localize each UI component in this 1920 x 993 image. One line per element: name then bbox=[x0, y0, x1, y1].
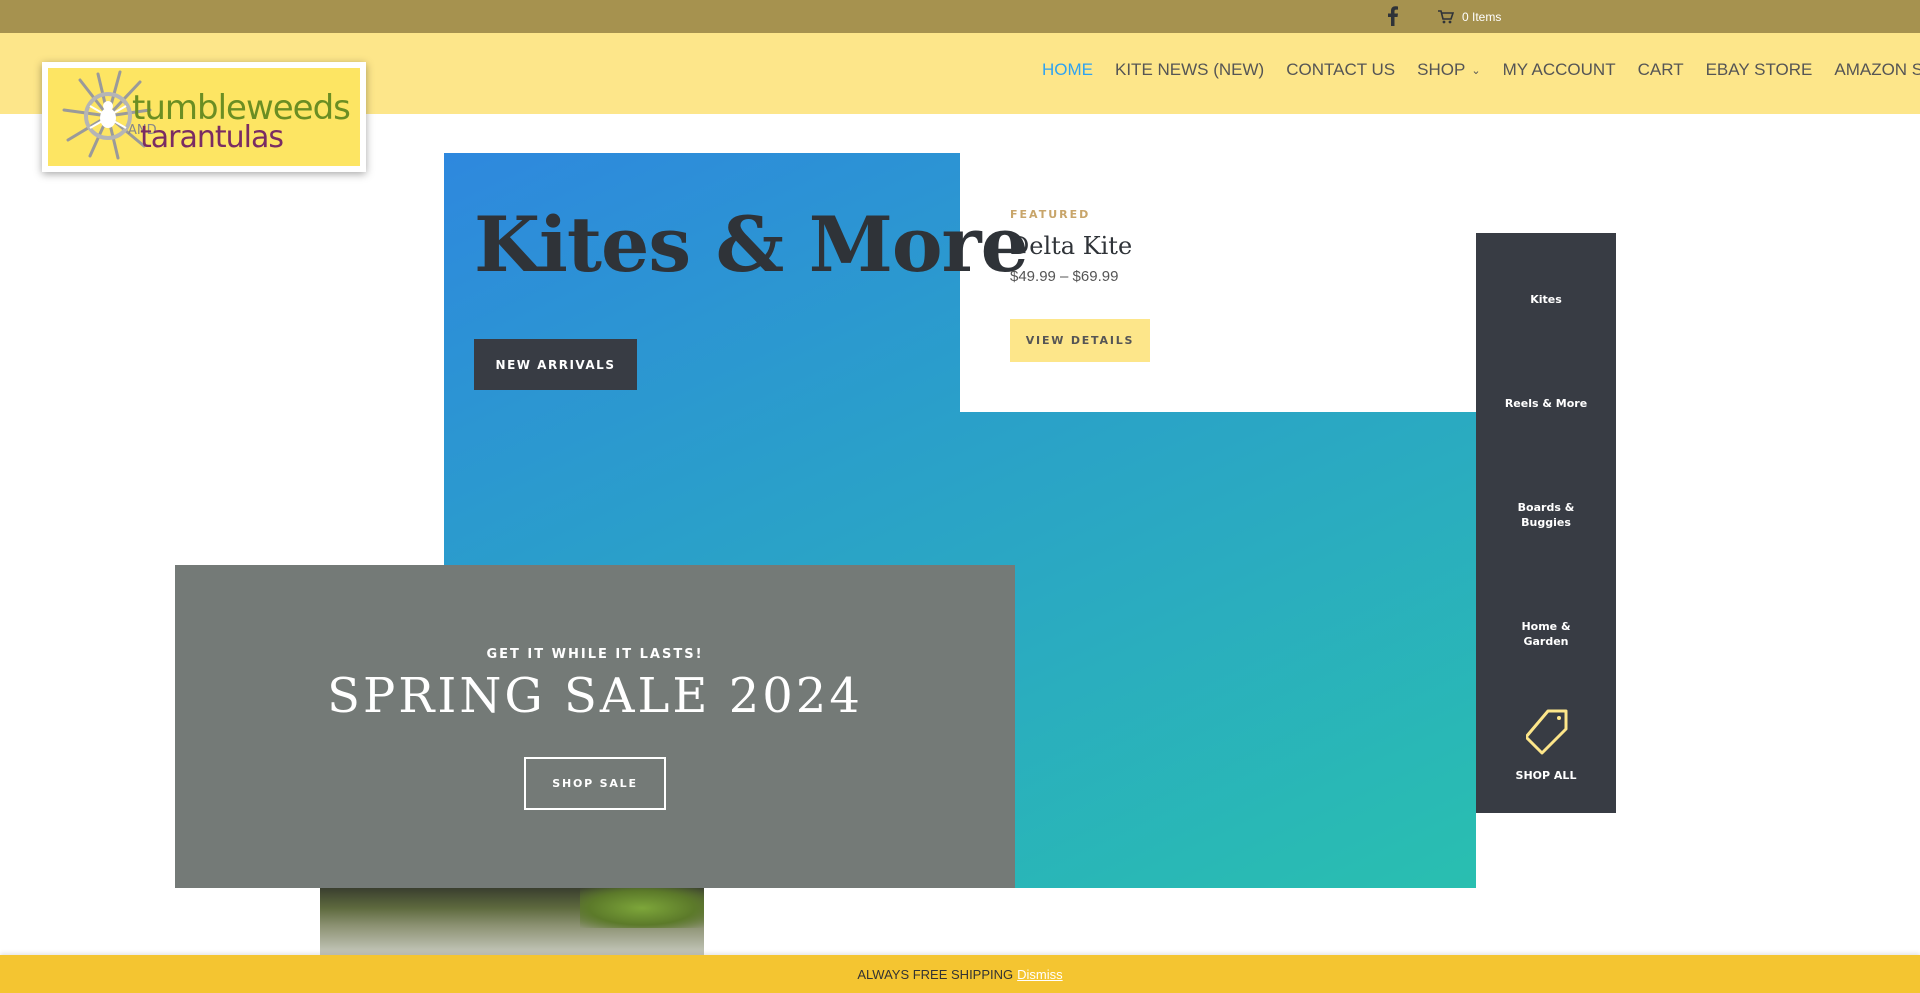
featured-product-price: $49.99 – $69.99 bbox=[1010, 268, 1119, 285]
featured-product-title[interactable]: Delta Kite bbox=[1010, 232, 1132, 260]
nav-home[interactable]: HOME bbox=[1042, 60, 1093, 80]
shop-sale-button[interactable]: SHOP SALE bbox=[524, 757, 666, 810]
chevron-down-icon: ⌄ bbox=[1471, 65, 1481, 78]
nav-kite-news[interactable]: KITE NEWS (NEW) bbox=[1115, 60, 1264, 80]
category-shop-all[interactable]: SHOP ALL bbox=[1476, 768, 1616, 783]
new-arrivals-button[interactable]: NEW ARRIVALS bbox=[474, 339, 637, 390]
top-bar: 0 Items bbox=[0, 0, 1920, 33]
nav-amazon-store[interactable]: AMAZON STORE bbox=[1834, 60, 1920, 80]
sale-banner bbox=[175, 565, 1015, 888]
main-nav: HOME KITE NEWS (NEW) CONTACT US SHOP ⌄ MY… bbox=[1042, 60, 1920, 80]
nav-my-account[interactable]: MY ACCOUNT bbox=[1503, 60, 1616, 80]
sale-title: SPRING SALE 2024 bbox=[327, 668, 863, 724]
category-kites[interactable]: Kites bbox=[1476, 292, 1616, 307]
nav-shop[interactable]: SHOP ⌄ bbox=[1417, 60, 1480, 80]
logo-image: tumbleweeds AND tarantulas bbox=[48, 68, 360, 166]
cart-count: 0 Items bbox=[1462, 10, 1502, 24]
notice-text: ALWAYS FREE SHIPPING bbox=[857, 966, 1014, 982]
product-photo bbox=[320, 888, 704, 955]
facebook-icon[interactable] bbox=[1386, 6, 1400, 26]
hero-title: Kites & More bbox=[474, 200, 1029, 289]
dismiss-link[interactable]: Dismiss bbox=[1017, 967, 1063, 982]
cart-icon bbox=[1438, 10, 1454, 24]
tag-icon[interactable] bbox=[1526, 709, 1568, 755]
category-reels-more[interactable]: Reels & More bbox=[1476, 396, 1616, 411]
category-boards-buggies[interactable]: Boards & Buggies bbox=[1476, 500, 1616, 530]
featured-label: FEATURED bbox=[1010, 208, 1091, 221]
nav-cart[interactable]: CART bbox=[1638, 60, 1684, 80]
nav-contact-us[interactable]: CONTACT US bbox=[1286, 60, 1395, 80]
store-notice: ALWAYS FREE SHIPPING Dismiss bbox=[0, 955, 1920, 993]
nav-ebay-store[interactable]: EBAY STORE bbox=[1706, 60, 1813, 80]
nav-shop-label: SHOP bbox=[1417, 60, 1466, 79]
category-home-garden[interactable]: Home & Garden bbox=[1476, 619, 1616, 649]
logo-text-tarantulas: tarantulas bbox=[140, 120, 284, 155]
view-details-button[interactable]: VIEW DETAILS bbox=[1010, 319, 1150, 362]
sale-subtitle: GET IT WHILE IT LASTS! bbox=[486, 647, 704, 662]
cart-link[interactable]: 0 Items bbox=[1438, 8, 1501, 26]
site-logo[interactable]: tumbleweeds AND tarantulas bbox=[42, 62, 366, 172]
category-sidebar: Kites Reels & More Boards & Buggies Home… bbox=[1476, 233, 1616, 813]
